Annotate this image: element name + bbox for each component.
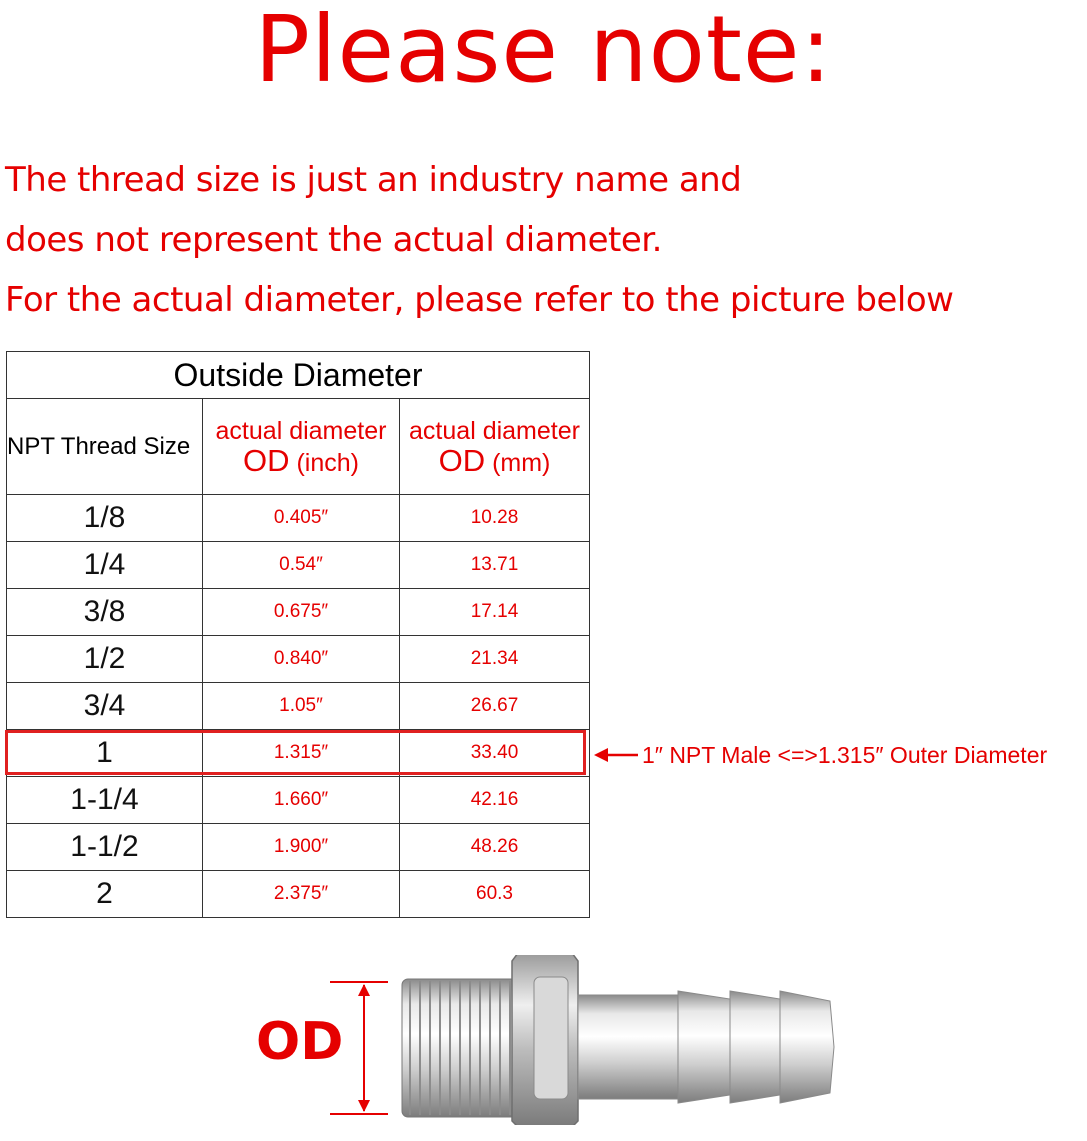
callout-text: 1″ NPT Male <=>1.315″ Outer Diameter: [642, 741, 1048, 768]
cell-od-inch: 0.675″: [202, 588, 400, 636]
cell-od-mm: 60.3: [399, 870, 590, 918]
cell-od-mm: 42.16: [399, 776, 590, 824]
cell-od-mm: 17.14: [399, 588, 590, 636]
header-npt-thread-size: NPT Thread Size: [6, 398, 203, 495]
note-line-2: does not represent the actual diameter.: [5, 220, 662, 260]
hex-nut: [511, 955, 579, 1125]
header-od-mm-line2: OD (mm): [400, 442, 589, 478]
cell-thread-size: 3/4: [6, 682, 203, 730]
cell-thread-size: 1/4: [6, 541, 203, 589]
table-row: 1-1/2 1.900″ 48.26: [6, 823, 590, 871]
table-row: 1/4 0.54″ 13.71: [6, 541, 590, 589]
cell-thread-size: 1-1/4: [6, 776, 203, 824]
cell-od-mm: 33.40: [399, 729, 590, 777]
cell-thread-size: 1-1/2: [6, 823, 203, 871]
cell-thread-size: 1: [6, 729, 203, 777]
cell-thread-size: 1/8: [6, 494, 203, 542]
table-row: 1-1/4 1.660″ 42.16: [6, 776, 590, 824]
threaded-end: [401, 978, 523, 1118]
note-line-3: For the actual diameter, please refer to…: [5, 280, 954, 320]
cell-od-inch: 0.54″: [202, 541, 400, 589]
table-row: 1/8 0.405″ 10.28: [6, 494, 590, 542]
outside-diameter-table: Outside Diameter NPT Thread Size actual …: [6, 351, 590, 918]
table-row: 3/8 0.675″ 17.14: [6, 588, 590, 636]
header-od-inch-line1: actual diameter: [215, 416, 387, 445]
table-row: 3/4 1.05″ 26.67: [6, 682, 590, 730]
note-line-1: The thread size is just an industry name…: [5, 160, 742, 200]
table-row: 1/2 0.840″ 21.34: [6, 635, 590, 683]
header-od-inch: actual diameter OD (inch): [202, 398, 400, 495]
cell-od-inch: 1.660″: [202, 776, 400, 824]
page-title: Please note:: [254, 0, 833, 103]
cell-thread-size: 2: [6, 870, 203, 918]
cell-od-inch: 1.315″: [202, 729, 400, 777]
cell-od-inch: 0.405″: [202, 494, 400, 542]
header-od-mm: actual diameter OD (mm): [399, 398, 590, 495]
cell-od-mm: 26.67: [399, 682, 590, 730]
left-arrow-icon: [594, 748, 638, 762]
cell-od-inch: 0.840″: [202, 635, 400, 683]
cell-od-mm: 13.71: [399, 541, 590, 589]
header-od-mm-od: OD: [438, 442, 486, 478]
header-od-inch-line2: OD (inch): [203, 442, 399, 478]
header-od-mm-line1: actual diameter: [409, 416, 580, 445]
table-caption: Outside Diameter: [6, 351, 590, 399]
callout: 1″ NPT Male <=>1.315″ Outer Diameter: [594, 740, 1047, 770]
cell-thread-size: 1/2: [6, 635, 203, 683]
cell-od-inch: 1.900″: [202, 823, 400, 871]
header-od-inch-od: OD: [243, 442, 290, 478]
cell-od-mm: 10.28: [399, 494, 590, 542]
cell-od-mm: 21.34: [399, 635, 590, 683]
od-dimension-line: [330, 981, 388, 1115]
barbed-end: [577, 990, 835, 1104]
table-row: 2 2.375″ 60.3: [6, 870, 590, 918]
header-od-mm-unit: (mm): [492, 448, 551, 477]
header-od-inch-unit: (inch): [296, 448, 359, 477]
table-row-highlighted: 1 1.315″ 33.40: [6, 729, 590, 777]
cell-od-inch: 1.05″: [202, 682, 400, 730]
cell-od-inch: 2.375″: [202, 870, 400, 918]
hose-barb-fitting-image: [330, 955, 835, 1125]
cell-thread-size: 3/8: [6, 588, 203, 636]
cell-od-mm: 48.26: [399, 823, 590, 871]
table-header-row: NPT Thread Size actual diameter OD (inch…: [6, 398, 590, 495]
